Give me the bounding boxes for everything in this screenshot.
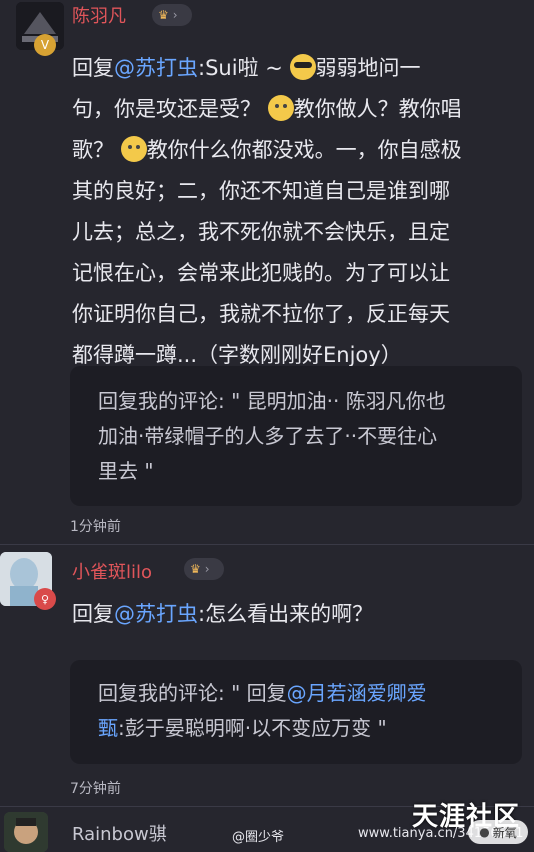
quote-text: 回复我的评论: " 昆明加油·· 陈羽凡你也 — [98, 389, 446, 413]
mention-link[interactable]: 甄 — [98, 716, 118, 740]
chevron-right-icon: › — [172, 8, 178, 22]
body-text: 记恨在心，会常来此犯贱的。为了可以让 — [72, 261, 450, 285]
wechat-badge: ● 新氧 — [468, 820, 528, 844]
comment-body: 回复@苏打虫:Sui啦 ~ 弱弱地问一 句，你是攻还是受？ 教你做人？教你唱 歌… — [72, 48, 522, 376]
user-name[interactable]: Rainbow骐 — [72, 820, 167, 846]
comment-body: 回复@苏打虫:怎么看出来的啊？ — [72, 594, 522, 635]
thinking-emoji-icon — [267, 95, 294, 121]
body-text: :怎么看出来的啊？ — [198, 602, 374, 626]
wechat-icon: ● — [479, 825, 490, 839]
mention-link[interactable]: @月若涵爱卿爱 — [287, 681, 427, 705]
vip-badge-icon: V — [34, 34, 56, 56]
quote-text: 回复我的评论: " 回复@月若涵爱卿爱 — [98, 676, 522, 711]
chevron-right-icon: › — [204, 562, 210, 576]
quoted-comment[interactable]: 回复我的评论: " 回复@月若涵爱卿爱 甄:彭于晏聪明啊·以不变应万变 " — [70, 660, 522, 764]
author-watermark: @圈少爷 — [232, 830, 285, 845]
badge-label: 新氧 — [492, 825, 517, 840]
cool-emoji-icon — [289, 54, 316, 80]
quote-text: 里去 " — [98, 459, 154, 483]
female-badge-icon: ♀ — [34, 588, 56, 610]
crown-icon: ♛ — [158, 8, 169, 22]
divider — [0, 544, 534, 545]
body-text: 歌？ — [72, 138, 114, 162]
mention-link[interactable]: @苏打虫 — [114, 602, 198, 626]
quoted-comment[interactable]: 回复我的评论: " 昆明加油·· 陈羽凡你也 加油·带绿帽子的人多了去了··不要… — [70, 366, 522, 506]
timestamp: 7分钟前 — [70, 781, 121, 797]
body-text: 你证明你自己，我就不拉你了，反正每天 — [72, 302, 450, 326]
quote-rest: :彭于晏聪明啊·以不变应万变 " — [118, 716, 387, 740]
body-text: 教你做人？教你唱 — [293, 97, 462, 121]
body-text: 其的良好；二，你还不知道自己是谁到哪 — [72, 179, 450, 203]
avatar-image — [4, 812, 48, 852]
body-text: 句，你是攻还是受？ — [72, 97, 261, 121]
reply-prefix: 回复 — [72, 56, 114, 80]
crown-icon: ♛ — [190, 562, 201, 576]
quote-text: 甄:彭于晏聪明啊·以不变应万变 " — [98, 711, 522, 746]
body-text: 弱弱地问一 — [315, 56, 421, 80]
user-name[interactable]: 陈羽凡 — [72, 2, 126, 28]
user-name[interactable]: 小雀斑lilo — [72, 558, 152, 584]
mention-link[interactable]: @苏打虫 — [114, 56, 198, 80]
quote-prefix: 回复我的评论: " 回复 — [98, 681, 287, 705]
avatar[interactable] — [4, 812, 48, 852]
reply-prefix: 回复 — [72, 602, 114, 626]
body-text: 教你什么你都没戏。一，你自感极 — [146, 138, 462, 162]
member-badge[interactable]: ♛ › — [152, 4, 192, 26]
member-badge[interactable]: ♛ › — [184, 558, 224, 580]
body-text: :Sui啦 ~ — [198, 56, 283, 80]
quote-text: 加油·带绿帽子的人多了去了··不要往心 — [98, 424, 438, 448]
thinking-emoji-icon — [120, 136, 147, 162]
timestamp: 1分钟前 — [70, 519, 121, 535]
body-text: 儿去；总之，我不死你就不会快乐，且定 — [72, 220, 450, 244]
